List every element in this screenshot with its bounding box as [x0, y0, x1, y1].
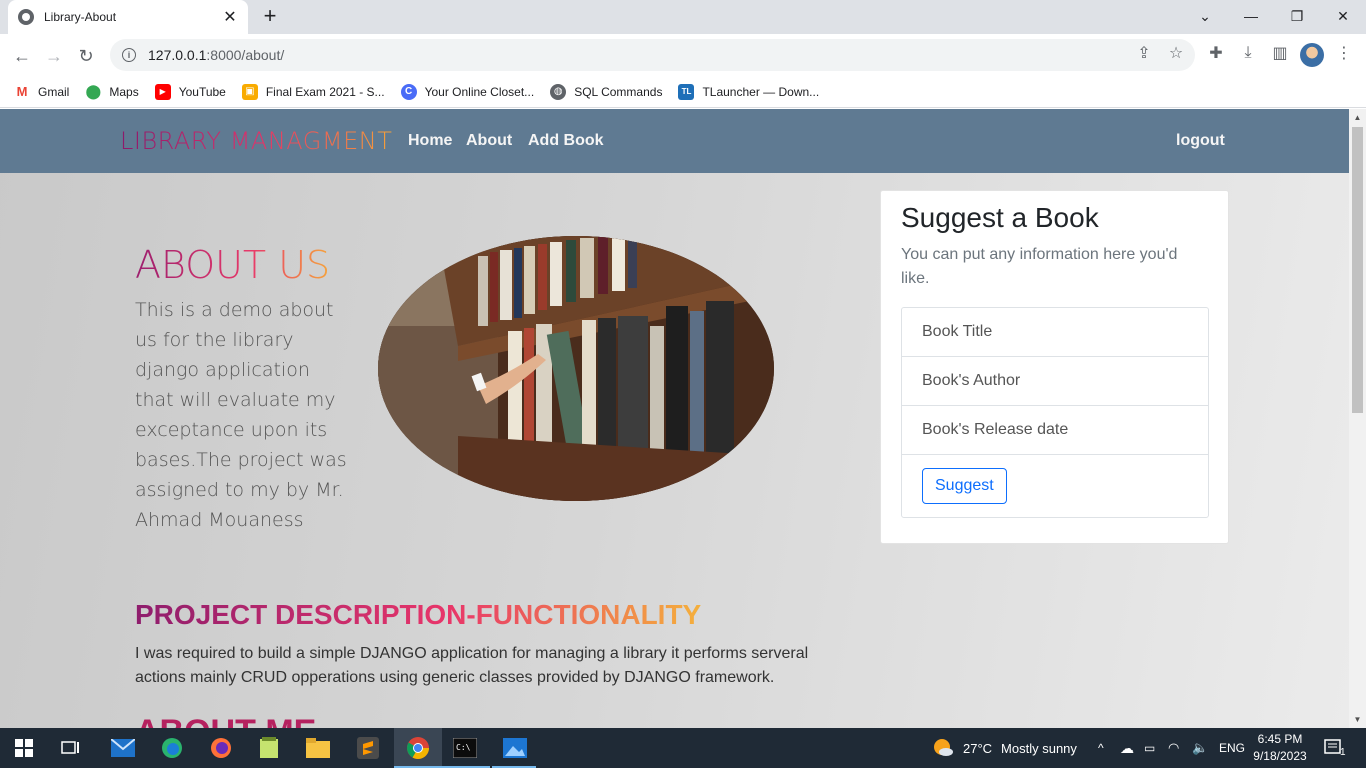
bookmark-star-icon[interactable]: ☆ [1165, 42, 1187, 64]
weather-temp: 27°C [963, 740, 993, 756]
bookmark-sql-commands[interactable]: ◍ SQL Commands [550, 83, 662, 100]
extensions-icon[interactable]: ✚ [1205, 42, 1227, 64]
bookmark-final-exam[interactable]: ▣ Final Exam 2021 - S... [241, 83, 385, 100]
notification-center-icon[interactable]: 1 [1324, 728, 1346, 768]
closet-icon: C [400, 83, 417, 100]
clock-time: 6:45 PM [1257, 732, 1303, 746]
volume-icon[interactable]: 🔈 [1192, 728, 1208, 768]
side-panel-icon[interactable]: ▥ [1269, 42, 1291, 64]
task-view-icon[interactable] [58, 736, 84, 760]
suggest-list: Book Title Book's Author Book's Release … [901, 307, 1209, 518]
scrollbar-thumb[interactable] [1352, 127, 1363, 413]
bookmark-youtube[interactable]: ▶ YouTube [154, 83, 226, 100]
scroll-up-arrow[interactable]: ▲ [1353, 113, 1362, 122]
suggest-title: Suggest a Book [901, 202, 1099, 233]
bookmark-online-closet[interactable]: C Your Online Closet... [400, 83, 534, 100]
gmail-icon: M [14, 83, 30, 100]
nav-about-link[interactable]: About [466, 132, 512, 150]
bookmark-gmail[interactable]: M Gmail [14, 83, 69, 100]
suggest-book-card: Suggest a Book You can put any informati… [880, 190, 1229, 544]
bookmarks-bar: M Gmail ⬤ Maps ▶ YouTube ▣ Final Exam 20… [0, 76, 1366, 108]
clock-date: 9/18/2023 [1253, 749, 1307, 763]
weather-sun-icon [934, 739, 953, 756]
edge-icon[interactable] [159, 736, 185, 760]
tlauncher-icon: TL [678, 83, 695, 100]
about-me-title: ABOUT ME [135, 713, 316, 728]
notepad-plus-icon[interactable] [256, 736, 282, 760]
project-description-text: I was required to build a simple DJANGO … [135, 645, 809, 686]
logout-link[interactable]: logout [1176, 132, 1225, 150]
close-tab-icon[interactable]: ✕ [222, 7, 238, 27]
browser-tab[interactable]: Library-About ✕ [8, 0, 248, 34]
terminal-icon[interactable]: C:\ [452, 736, 478, 760]
back-icon[interactable]: ← [8, 42, 36, 70]
youtube-icon: ▶ [154, 83, 171, 100]
notification-count: 1 [1340, 746, 1346, 758]
file-explorer-icon[interactable] [305, 736, 331, 760]
svg-text:C:\: C:\ [456, 743, 471, 752]
battery-icon[interactable]: ▭ [1144, 728, 1155, 768]
project-description-title: PROJECT DESCRIPTION-FUNCTIONALITY [135, 599, 702, 630]
tab-title: Library-About [44, 10, 117, 24]
page-scrollbar[interactable]: ▲ ▼ [1349, 109, 1366, 728]
minimize-button[interactable]: — [1228, 0, 1274, 32]
about-us-title: ABOUT US [135, 243, 331, 287]
wifi-icon[interactable]: ◠ [1168, 728, 1179, 768]
weather-text: Mostly sunny [1001, 740, 1077, 756]
address-bar[interactable]: i 127.0.0.1:8000/about/ [110, 39, 1195, 71]
nav-add-book-link[interactable]: Add Book [528, 132, 604, 150]
forward-icon[interactable]: → [40, 42, 68, 70]
url-text: 127.0.0.1:8000/about/ [148, 47, 285, 63]
mail-icon[interactable] [110, 736, 136, 760]
book-author-item[interactable]: Book's Author [902, 357, 1208, 406]
maps-icon: ⬤ [85, 83, 102, 100]
site-navbar: LIBRARY MANAGMENT Home About Add Book lo… [0, 109, 1349, 173]
suggest-button-row: Suggest [902, 455, 1208, 517]
tab-search-icon[interactable]: ⌄ [1182, 0, 1228, 32]
globe-icon: ◍ [550, 83, 567, 100]
weather-widget[interactable]: 27°C Mostly sunny [932, 728, 1077, 768]
bookshelf-image [378, 236, 774, 501]
bookmark-maps[interactable]: ⬤ Maps [85, 83, 139, 100]
windows-taskbar: C:\ 27°C Mostly sunny ^ ☁ ▭ ◠ 🔈 ENG 6:45… [0, 728, 1366, 768]
tab-strip: Library-About ✕ + ⌄ — ❐ ✕ [0, 0, 1366, 34]
chrome-icon[interactable] [405, 736, 431, 760]
page-content: LIBRARY MANAGMENT Home About Add Book lo… [0, 109, 1349, 728]
onedrive-icon[interactable]: ☁ [1120, 728, 1134, 768]
firefox-icon[interactable] [208, 736, 234, 760]
show-hidden-icons[interactable]: ^ [1098, 728, 1104, 768]
book-title-item[interactable]: Book Title [902, 308, 1208, 357]
suggest-subtitle: You can put any information here you'd l… [901, 246, 1178, 287]
windows-start-icon[interactable] [11, 736, 37, 760]
restore-button[interactable]: ❐ [1274, 0, 1320, 32]
language-indicator[interactable]: ENG [1219, 728, 1245, 768]
photos-icon[interactable] [502, 736, 528, 760]
book-release-date-item[interactable]: Book's Release date [902, 406, 1208, 455]
download-icon[interactable]: ⤓ [1237, 42, 1259, 64]
close-window-button[interactable]: ✕ [1320, 0, 1366, 32]
nav-home-link[interactable]: Home [408, 132, 452, 150]
system-clock[interactable]: 6:45 PM 9/18/2023 [1250, 731, 1310, 765]
new-tab-button[interactable]: + [258, 4, 282, 28]
globe-icon [18, 9, 34, 25]
classroom-icon: ▣ [241, 83, 258, 100]
browser-toolbar: ← → ↻ i 127.0.0.1:8000/about/ ⇪ ☆ ✚ ⤓ ▥ … [0, 34, 1366, 76]
share-icon[interactable]: ⇪ [1133, 42, 1155, 64]
site-brand[interactable]: LIBRARY MANAGMENT [120, 127, 392, 155]
bookmark-tlauncher[interactable]: TL TLauncher — Down... [678, 83, 819, 100]
scroll-down-arrow[interactable]: ▼ [1353, 715, 1362, 724]
site-info-icon[interactable]: i [122, 48, 136, 62]
reload-icon[interactable]: ↻ [72, 42, 100, 70]
sublime-text-icon[interactable] [355, 736, 381, 760]
menu-icon[interactable]: ⋮ [1333, 42, 1355, 64]
profile-avatar[interactable] [1300, 43, 1324, 67]
about-us-text: This is a demo about us for the library … [135, 299, 347, 531]
suggest-button[interactable]: Suggest [922, 468, 1007, 504]
